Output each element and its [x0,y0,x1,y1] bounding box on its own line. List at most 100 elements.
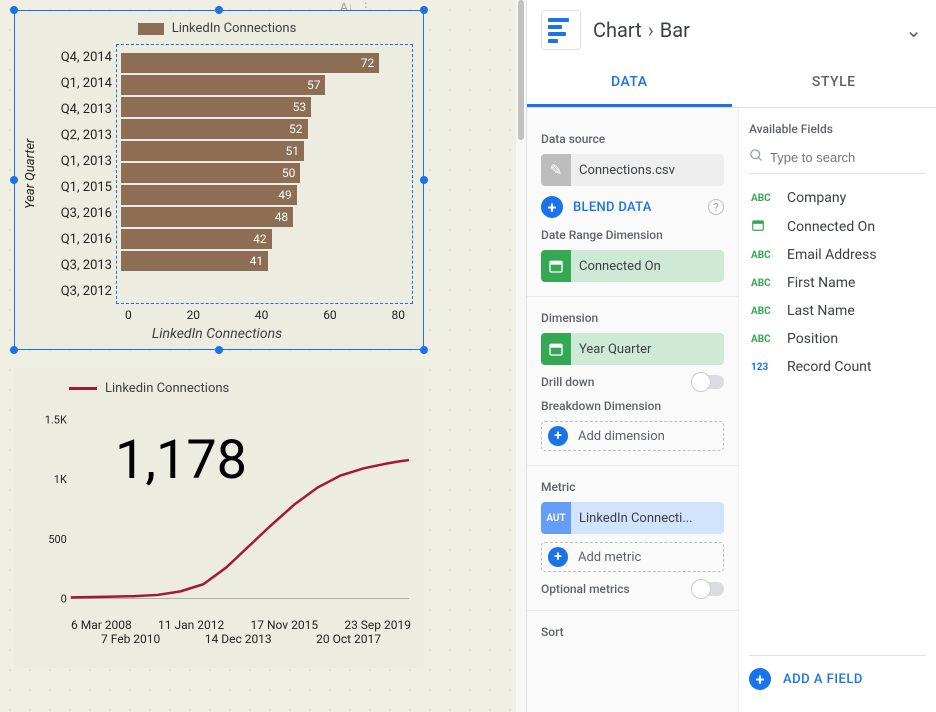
metric-field: LinkedIn Connecti... [571,511,724,526]
y-categories: Q4, 2014Q1, 2014Q4, 2013Q2, 2013Q1, 2013… [40,44,116,304]
x-tick: 80 [392,308,406,322]
field-item[interactable]: Connected On [749,212,926,241]
field-name: Position [787,331,838,347]
bar: 49 [121,184,408,205]
metric-chip[interactable]: AUT LinkedIn Connecti... [541,502,724,534]
field-type-icon: ABC [751,334,777,345]
category-label: Q3, 2013 [40,258,112,273]
x-ticks-row1: 6 Mar 200811 Jan 201217 Nov 201523 Sep 2… [71,618,411,632]
resize-handle[interactable] [10,176,18,184]
report-canvas[interactable]: A↓ ⋮ LinkedIn Connections Year Quarter Q… [0,0,516,712]
data-source-chip[interactable]: ✎ Connections.csv [541,154,724,186]
breadcrumb[interactable]: Chart › Bar [593,18,690,42]
crumb-type: Bar [660,18,690,42]
dimension-field: Year Quarter [571,342,724,357]
help-icon[interactable]: ? [708,199,724,215]
chevron-down-icon[interactable]: ⌄ [905,18,922,42]
add-field-label: ADD A FIELD [783,672,863,687]
field-type-icon: ABC [751,278,777,289]
x-tick: 23 Sep 2019 [344,618,411,632]
bar: 41 [121,250,408,271]
field-item[interactable]: 123 Record Count [749,353,926,381]
field-item[interactable]: ABC Last Name [749,297,926,325]
plus-icon[interactable]: + [541,196,563,218]
chart-legend: LinkedIn Connections [21,21,413,36]
bar: 42 [121,228,408,249]
x-tick: 11 Jan 2012 [158,618,224,632]
date-range-chip[interactable]: Connected On [541,250,724,282]
field-type-icon [751,218,777,235]
tab-style[interactable]: STYLE [732,60,936,107]
tab-data[interactable]: DATA [527,60,732,107]
svg-text:0: 0 [61,593,67,606]
blend-data-button[interactable]: BLEND DATA [573,200,652,215]
field-item[interactable]: ABCEmail Address [749,241,926,269]
field-type-icon: 123 [751,362,777,373]
label-breakdown: Breakdown Dimension [541,399,724,413]
field-item[interactable]: ABCFirst Name [749,269,926,297]
drill-down-toggle[interactable] [692,375,724,389]
chart-type-icon[interactable] [541,10,581,50]
label-data-source: Data source [541,132,724,146]
available-fields: Available Fields ABCCompanyConnected OnA… [738,108,936,712]
label-drill-down: Drill down [541,375,594,389]
field-name: Last Name [787,303,855,319]
resize-handle[interactable] [10,6,18,14]
category-label: Q3, 2012 [40,284,112,299]
category-label: Q3, 2016 [40,206,112,221]
bar: 53 [121,96,408,117]
dimension-chip[interactable]: Year Quarter [541,333,724,365]
legend-label: LinkedIn Connections [172,21,297,36]
resize-handle[interactable] [420,346,428,354]
svg-text:1K: 1K [54,473,67,486]
add-field-button[interactable]: + ADD A FIELD [749,655,926,698]
resize-handle[interactable] [215,6,223,14]
field-type-icon: ABC [751,250,777,261]
add-dimension-zone[interactable]: + Add dimension [541,421,724,451]
field-item[interactable]: ABC Position [749,325,926,353]
svg-text:500: 500 [48,533,66,546]
category-label: Q1, 2013 [40,154,112,169]
metric-type-badge: AUT [541,502,571,534]
legend-swatch [138,23,164,35]
x-ticks-row2: 7 Feb 201014 Dec 201320 Oct 2017 [101,632,381,646]
plus-icon: + [548,426,568,446]
x-tick: 17 Nov 2015 [251,618,319,632]
data-source-name: Connections.csv [571,163,724,178]
resize-handle[interactable] [215,346,223,354]
bar: 51 [121,140,408,161]
line-chart[interactable]: Linkedin Connections 1,178 1.5K1K5000 6 … [14,368,424,668]
field-type-icon: ABC [751,306,777,317]
plus-icon: + [548,547,568,567]
scroll-thumb[interactable] [518,0,524,140]
resize-handle[interactable] [10,346,18,354]
fields-list: ABCCompanyConnected OnABCEmail AddressAB… [749,184,926,381]
add-metric-zone[interactable]: + Add metric [541,542,724,572]
y-axis-label: Year Quarter [21,44,40,304]
bar-chart[interactable]: LinkedIn Connections Year Quarter Q4, 20… [14,10,424,350]
scorecard-value: 1,178 [115,429,247,492]
label-dimension: Dimension [541,311,724,325]
label-optional-metrics: Optional metrics [541,582,630,596]
resize-handle[interactable] [420,176,428,184]
field-item[interactable]: ABCCompany [749,184,926,212]
category-label: Q2, 2013 [40,128,112,143]
bar: 48 [121,206,408,227]
bar: 72 [121,52,408,73]
label-sort: Sort [541,625,724,639]
search-icon [749,148,764,167]
chart-legend: Linkedin Connections [69,381,411,396]
available-fields-title: Available Fields [749,122,926,136]
field-name: Record Count [787,359,871,375]
legend-label: Linkedin Connections [105,381,229,396]
optional-metrics-toggle[interactable] [692,582,724,596]
category-label: Q1, 2014 [40,76,112,91]
x-tick: 20 [187,308,201,322]
fields-search-input[interactable] [770,150,936,165]
resize-handle[interactable] [420,6,428,14]
add-dimension-label: Add dimension [578,429,665,444]
pencil-icon[interactable]: ✎ [541,154,571,186]
properties-panel: Chart › Bar ⌄ DATA STYLE Data source ✎ C… [526,0,936,712]
x-axis-label: LinkedIn Connections [21,326,413,342]
canvas-scrollbar[interactable] [516,0,526,712]
